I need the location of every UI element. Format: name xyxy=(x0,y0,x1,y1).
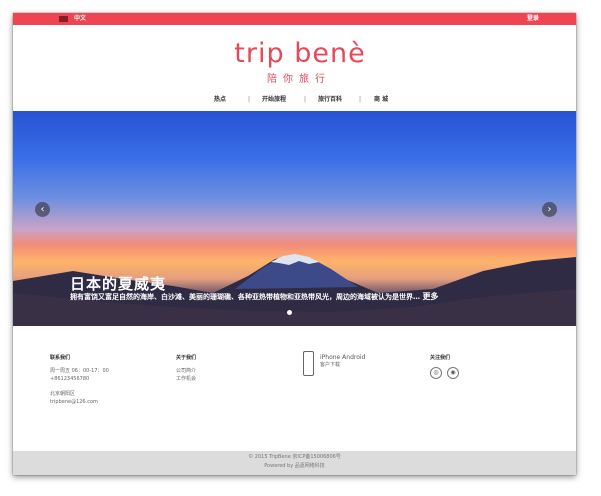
browser-page: 中文 登录 trip benè 陪你旅行 热点 | 开始旅程 | 旅行百科 | … xyxy=(13,13,576,475)
contact-heading: 联系我们 xyxy=(50,355,71,361)
footer-info xyxy=(13,326,576,451)
site-logo[interactable]: trip benè 陪你旅行 xyxy=(225,39,375,87)
copyright-text: © 2015 TripBene 京ICP备15006806号 xyxy=(248,454,341,460)
contact-hours: 周一周五 06：00-17：00 xyxy=(50,368,109,374)
china-flag-icon[interactable] xyxy=(59,16,68,22)
language-switch[interactable]: 中文 xyxy=(74,14,86,24)
carousel-indicator[interactable] xyxy=(287,310,292,315)
nav-separator: | xyxy=(359,96,362,103)
app-platforms: iPhone Android xyxy=(320,354,366,361)
powered-by-text: Powered by 品嘉网络科技 xyxy=(264,463,325,469)
nav-item-travel-wiki[interactable]: 旅行百科 xyxy=(318,95,342,105)
login-link[interactable]: 登录 xyxy=(527,14,539,24)
contact-address: 北京朝阳区 xyxy=(50,391,76,397)
nav-separator: | xyxy=(248,96,251,103)
logo-subtitle: 陪你旅行 xyxy=(267,74,331,85)
nav-separator: | xyxy=(304,96,307,103)
hero-carousel[interactable]: ‹ › 日本的夏威夷 拥有富饶又富足自然的海岸、白沙滩、美丽的珊瑚礁、各种亚热带… xyxy=(13,111,576,326)
nav-item-hot[interactable]: 热点 xyxy=(214,95,226,105)
logo-title: trip benè xyxy=(234,38,366,69)
about-link-jobs[interactable]: 工作机会 xyxy=(176,376,196,383)
app-download-link[interactable]: 客户下载 xyxy=(320,362,340,369)
carousel-next-button[interactable]: › xyxy=(542,202,557,217)
about-link-company[interactable]: 公司简介 xyxy=(176,368,196,375)
copyright-bar: © 2015 TripBene 京ICP备15006806号 Powered b… xyxy=(13,451,576,475)
hero-description: 拥有富饶又富足自然的海岸、白沙滩、美丽的珊瑚礁、各种亚热带植物和亚热带风光，周边… xyxy=(70,291,438,302)
phone-icon xyxy=(303,351,314,376)
contact-email[interactable]: tripbene@126.com xyxy=(50,399,98,406)
wechat-icon[interactable]: ◉ xyxy=(447,367,459,379)
top-bar: 中文 登录 xyxy=(13,13,576,25)
nav-item-start-trip[interactable]: 开始旅程 xyxy=(262,95,286,105)
main-nav: 热点 | 开始旅程 | 旅行百科 | 商 城 xyxy=(203,95,393,107)
nav-item-shop[interactable]: 商 城 xyxy=(374,95,388,105)
carousel-prev-button[interactable]: ‹ xyxy=(35,202,50,217)
about-heading: 关于我们 xyxy=(176,355,197,361)
follow-heading: 关注我们 xyxy=(430,355,451,361)
more-link[interactable]: 更多 xyxy=(422,292,438,301)
hero-description-text: 拥有富饶又富足自然的海岸、白沙滩、美丽的珊瑚礁、各种亚热带植物和亚热带风光，周边… xyxy=(70,293,420,301)
weibo-icon[interactable]: ◎ xyxy=(430,367,442,379)
contact-phone: +86123456780 xyxy=(50,376,90,382)
